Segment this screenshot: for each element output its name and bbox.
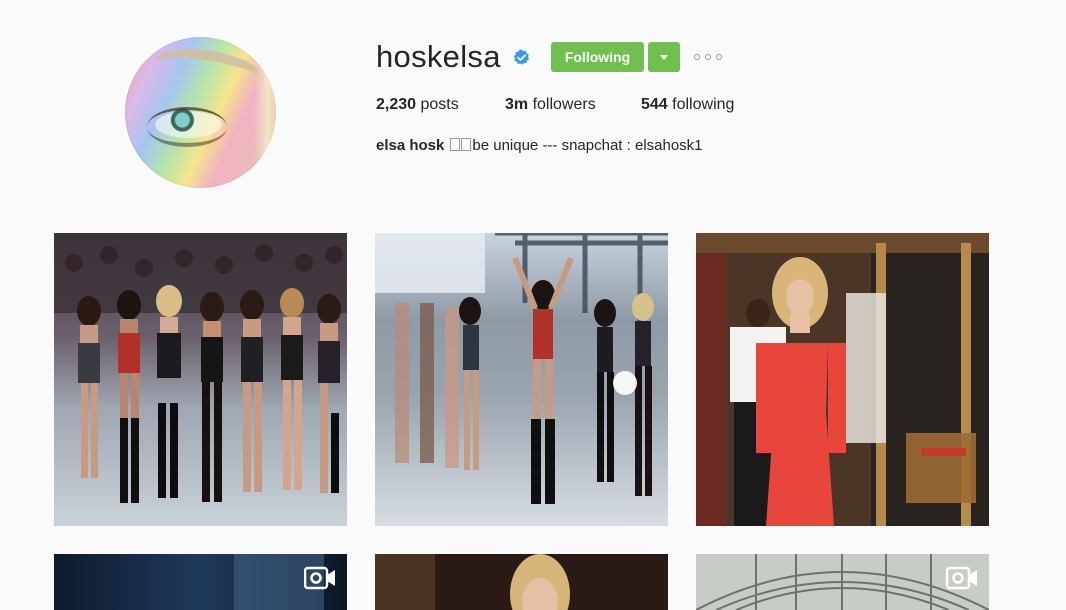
followers-label: followers — [532, 96, 596, 113]
following-button[interactable]: Following — [551, 42, 644, 72]
avatar-eye — [147, 107, 227, 147]
emoji-placeholder — [461, 138, 472, 151]
followers-count[interactable]: 3m followers — [505, 96, 596, 114]
suggestions-dropdown-button[interactable] — [648, 42, 680, 72]
post-thumbnail[interactable] — [696, 554, 989, 610]
post-thumbnail[interactable] — [54, 554, 347, 610]
bio-name: elsa hosk — [376, 137, 445, 154]
profile-bio: elsa hosk be unique --- snapchat : elsaho… — [376, 137, 703, 154]
profile-username: hoskelsa — [376, 39, 501, 74]
verified-badge-icon — [513, 49, 530, 65]
chevron-down-icon — [660, 54, 668, 60]
emoji-placeholder — [450, 138, 461, 151]
dot — [694, 54, 700, 60]
posts-count: 2,230 posts — [376, 96, 459, 114]
video-camera-icon — [304, 566, 335, 590]
following-label: following — [672, 96, 735, 113]
profile-avatar[interactable] — [125, 37, 276, 188]
post-thumbnail[interactable] — [696, 233, 989, 526]
avatar-brow — [152, 41, 268, 101]
more-options-icon[interactable] — [694, 49, 722, 65]
posts-label: posts — [420, 96, 459, 113]
followers-number: 3m — [505, 96, 529, 113]
post-image — [696, 233, 989, 526]
dot — [716, 54, 722, 60]
following-number: 544 — [641, 96, 668, 113]
posts-number: 2,230 — [376, 96, 417, 113]
bio-text: be unique --- snapchat : elsahosk1 — [472, 137, 703, 154]
post-thumbnail[interactable] — [54, 233, 347, 526]
post-image — [375, 554, 668, 610]
post-thumbnail[interactable] — [375, 554, 668, 610]
dot — [705, 54, 711, 60]
post-image — [54, 233, 347, 526]
post-image — [375, 233, 668, 526]
post-thumbnail[interactable] — [375, 233, 668, 526]
following-count[interactable]: 544 following — [641, 96, 734, 114]
video-camera-icon — [946, 566, 977, 590]
avatar-hair — [254, 37, 276, 188]
